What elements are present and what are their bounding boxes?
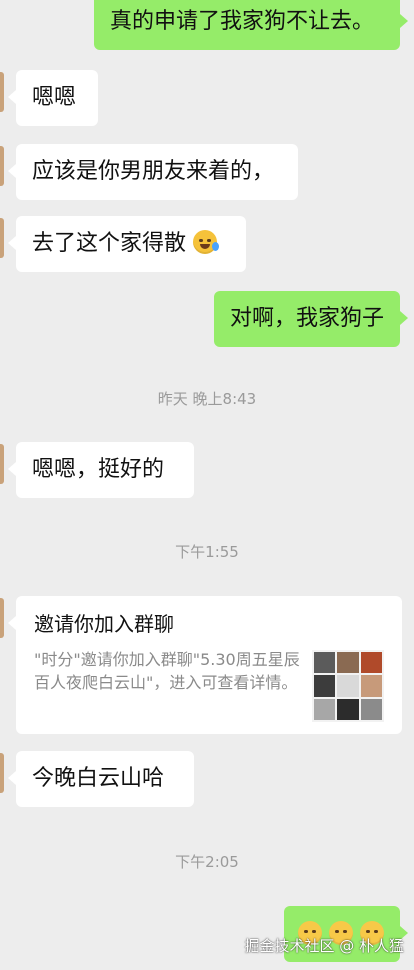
avatar[interactable]	[0, 218, 4, 258]
watermark: 掘金技术社区 @ 朴人猛	[244, 937, 404, 955]
laughing-tears-emoji-icon	[193, 230, 220, 254]
message-text: 对啊，我家狗子	[230, 306, 385, 331]
message-incoming-5[interactable]: 今晚白云山哈	[8, 751, 194, 807]
message-outgoing-2[interactable]: 对啊，我家狗子	[214, 291, 408, 347]
message-incoming-2[interactable]: 应该是你男朋友来着的，	[8, 144, 298, 200]
timestamp: 下午2:05	[175, 853, 239, 871]
avatar[interactable]	[0, 598, 4, 638]
invite-card-description: "时分"邀请你加入群聊"5.30周五星辰百人夜爬白云山"，进入可查看详情。	[34, 650, 300, 692]
message-text: 嗯嗯	[32, 85, 77, 110]
message-text: 去了这个家得散	[32, 231, 187, 256]
message-incoming-4[interactable]: 嗯嗯，挺好的	[8, 442, 194, 498]
invite-card-title: 邀请你加入群聊	[34, 612, 174, 636]
avatar[interactable]	[0, 146, 4, 186]
avatar[interactable]	[0, 444, 4, 484]
avatar[interactable]	[0, 72, 4, 112]
message-incoming-3[interactable]: 去了这个家得散	[8, 216, 246, 272]
message-text: 真的申请了我家狗不让去。	[110, 9, 375, 34]
message-text: 应该是你男朋友来着的，	[32, 159, 275, 184]
group-avatar-grid	[312, 650, 384, 722]
message-text: 今晚白云山哈	[32, 766, 165, 791]
avatar[interactable]	[0, 753, 4, 793]
message-outgoing-1[interactable]: 真的申请了我家狗不让去。	[94, 0, 408, 50]
group-invite-card[interactable]: 邀请你加入群聊 "时分"邀请你加入群聊"5.30周五星辰百人夜爬白云山"，进入可…	[8, 596, 402, 734]
message-incoming-1[interactable]: 嗯嗯	[8, 70, 98, 126]
timestamp: 下午1:55	[175, 543, 239, 561]
chat-view: 真的申请了我家狗不让去。 嗯嗯 应该是你男朋友来着的， 去了这个家得散 对啊，我…	[0, 0, 414, 970]
message-text: 嗯嗯，挺好的	[32, 457, 165, 482]
timestamp: 昨天 晚上8:43	[157, 390, 257, 408]
